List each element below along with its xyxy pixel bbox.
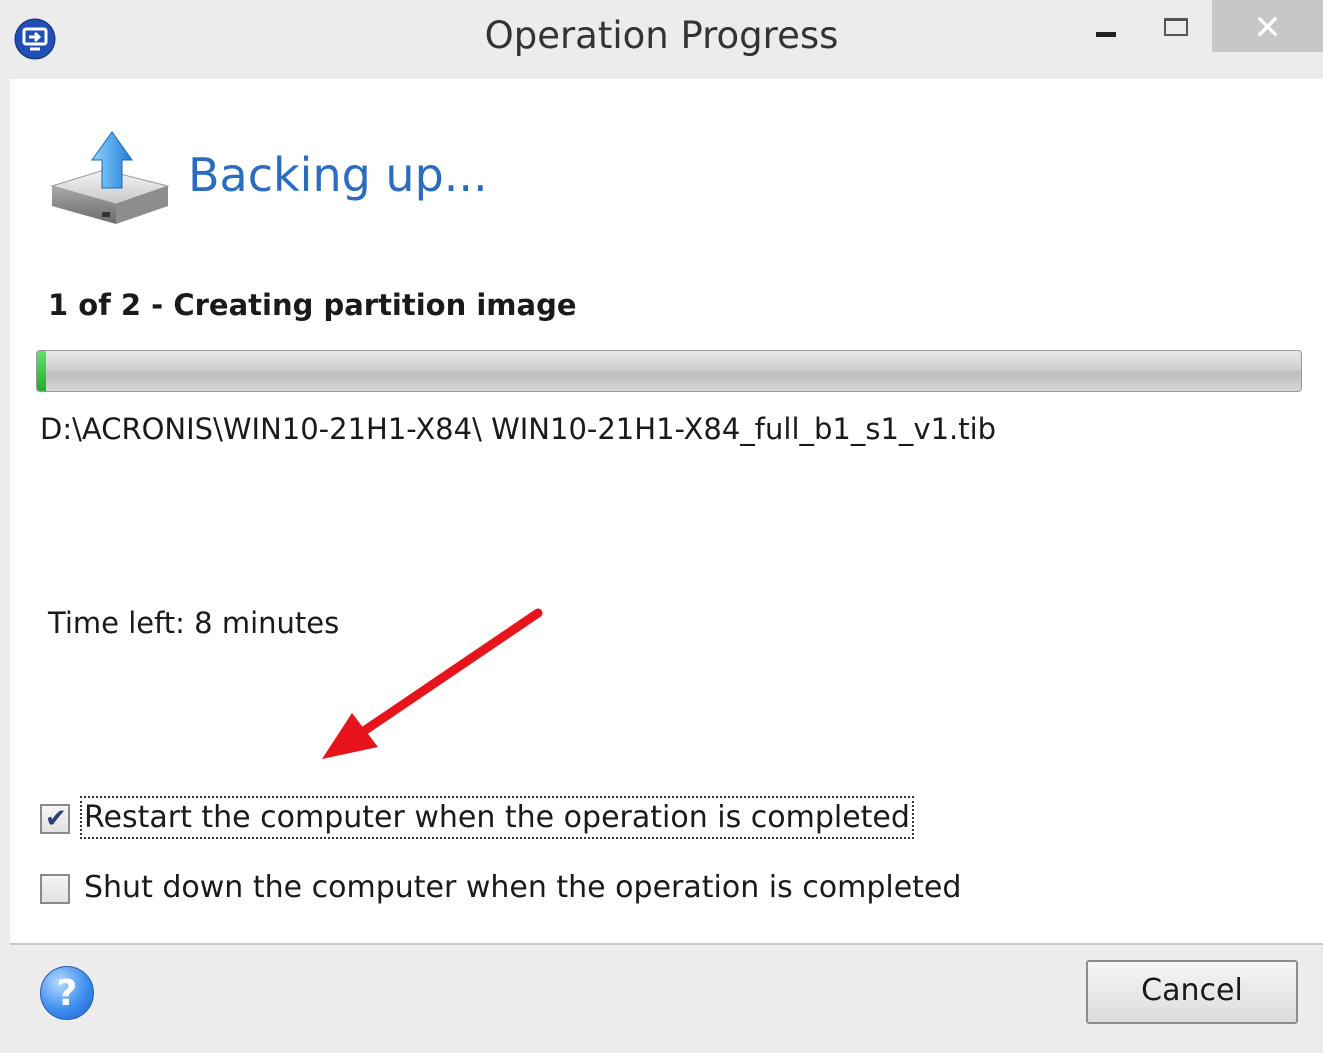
progress-bar-fill [37,351,46,391]
progress-bar [36,350,1302,392]
shutdown-checkbox[interactable] [40,874,70,904]
time-left-label: Time left: 8 minutes [48,606,340,640]
checkmark-icon: ✔ [45,804,67,834]
annotation-arrow-icon [322,608,543,759]
operation-heading: Backing up... [188,148,488,202]
shutdown-option[interactable]: Shut down the computer when the operatio… [40,870,961,910]
file-path-label: D:\ACRONIS\WIN10-21H1-X84\ WIN10-21H1-X8… [40,412,997,446]
close-icon: ✕ [1253,8,1282,48]
title-bar: Operation Progress ✕ [0,0,1323,78]
restart-checkbox[interactable]: ✔ [40,804,70,834]
help-button[interactable]: ? [40,966,94,1020]
minimize-button[interactable] [1078,0,1134,52]
maximize-button[interactable] [1150,0,1206,52]
cancel-button[interactable]: Cancel [1086,960,1298,1024]
close-button[interactable]: ✕ [1212,0,1323,52]
drive-backup-icon [50,131,170,224]
restart-option[interactable]: ✔ Restart the computer when the operatio… [40,796,914,840]
restart-checkbox-label[interactable]: Restart the computer when the operation … [80,796,914,839]
footer-divider [10,943,1323,945]
help-icon: ? [56,973,78,1014]
shutdown-checkbox-label[interactable]: Shut down the computer when the operatio… [84,870,961,905]
step-label: 1 of 2 - Creating partition image [48,288,577,322]
operation-progress-window: Operation Progress ✕ Backing up... 1 of … [0,0,1323,1053]
